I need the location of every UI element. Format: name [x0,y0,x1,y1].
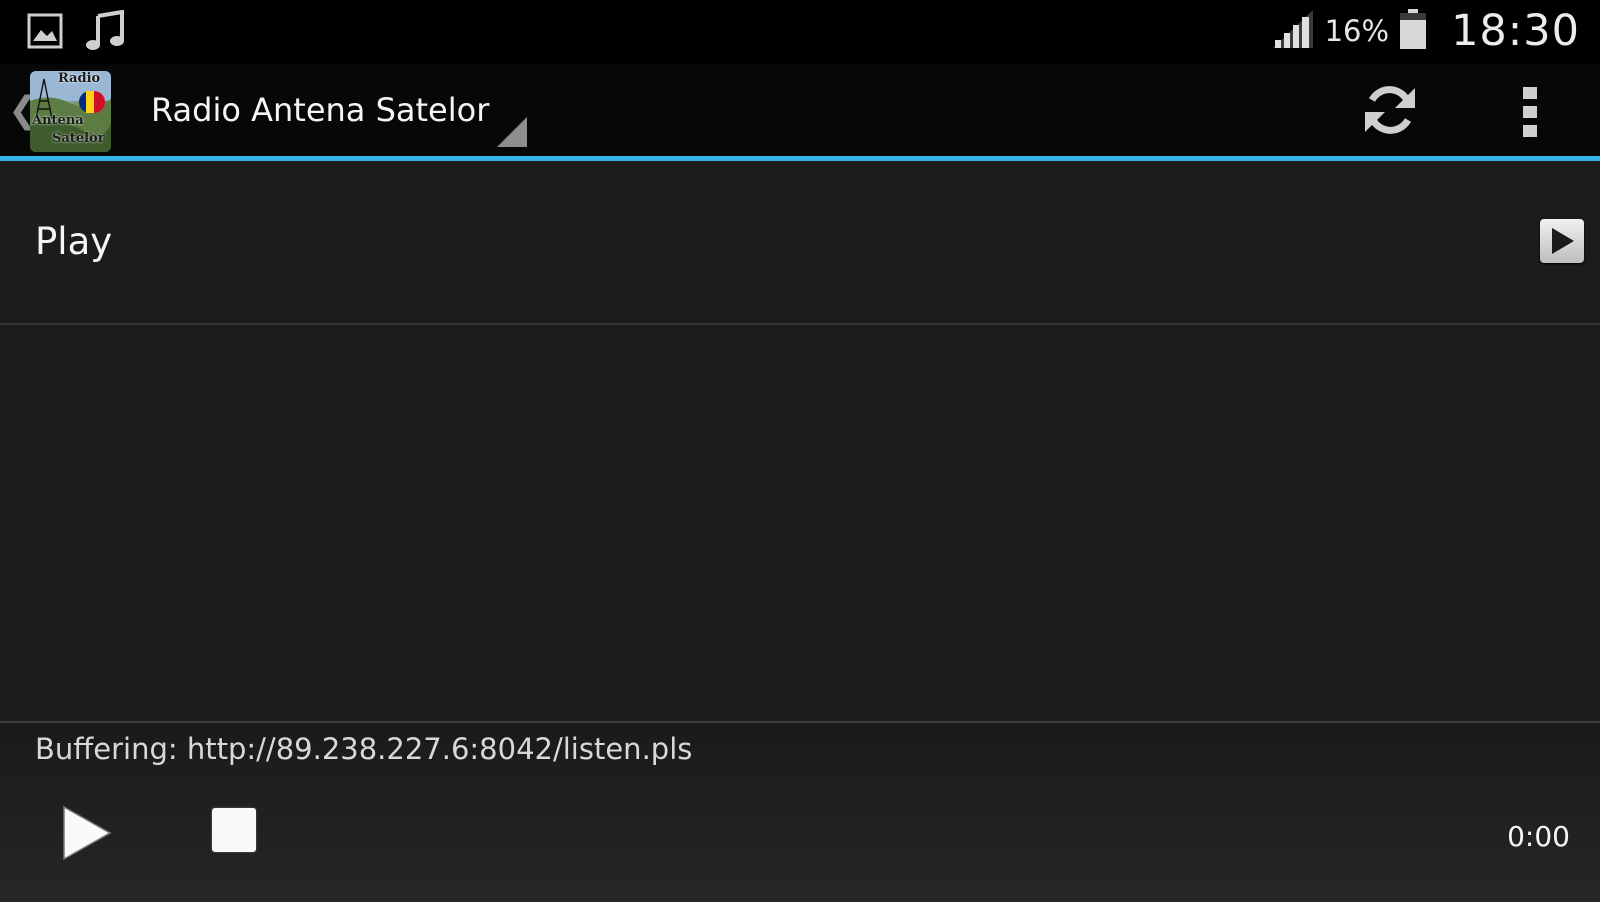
battery-percent: 16% [1324,14,1390,48]
logo-text-antena: Antena [32,113,84,128]
signal-bars-icon [1271,8,1315,54]
dropdown-indicator-icon[interactable] [497,117,527,147]
notification-icons [26,9,126,56]
overflow-menu-icon[interactable] [1510,82,1550,142]
status-bar: 16% 18:30 [0,0,1600,64]
app-title[interactable]: Radio Antena Satelor [151,91,489,129]
stop-icon[interactable] [212,808,256,852]
list-item-label: Play [35,220,113,263]
play-icon[interactable] [1540,219,1584,263]
logo-text-radio: Radio [58,71,101,86]
clock: 18:30 [1451,6,1580,56]
player-status-text: Buffering: http://89.238.227.6:8042/list… [35,732,693,766]
play-icon[interactable] [58,803,114,863]
system-indicators: 16% 18:30 [1271,6,1580,56]
image-icon [26,12,64,54]
action-bar: ❮ Radio Antena Satelor Radio Antena Sate… [0,64,1600,156]
app-logo[interactable]: Radio Antena Satelor [30,71,111,152]
logo-text-satelor: Satelor [52,131,105,146]
music-note-icon [86,9,126,56]
refresh-icon[interactable] [1360,80,1420,140]
battery-icon [1399,8,1427,54]
player-panel: Buffering: http://89.238.227.6:8042/list… [0,721,1600,902]
elapsed-time: 0:00 [1507,820,1570,853]
list-item-play[interactable]: Play [0,161,1600,325]
